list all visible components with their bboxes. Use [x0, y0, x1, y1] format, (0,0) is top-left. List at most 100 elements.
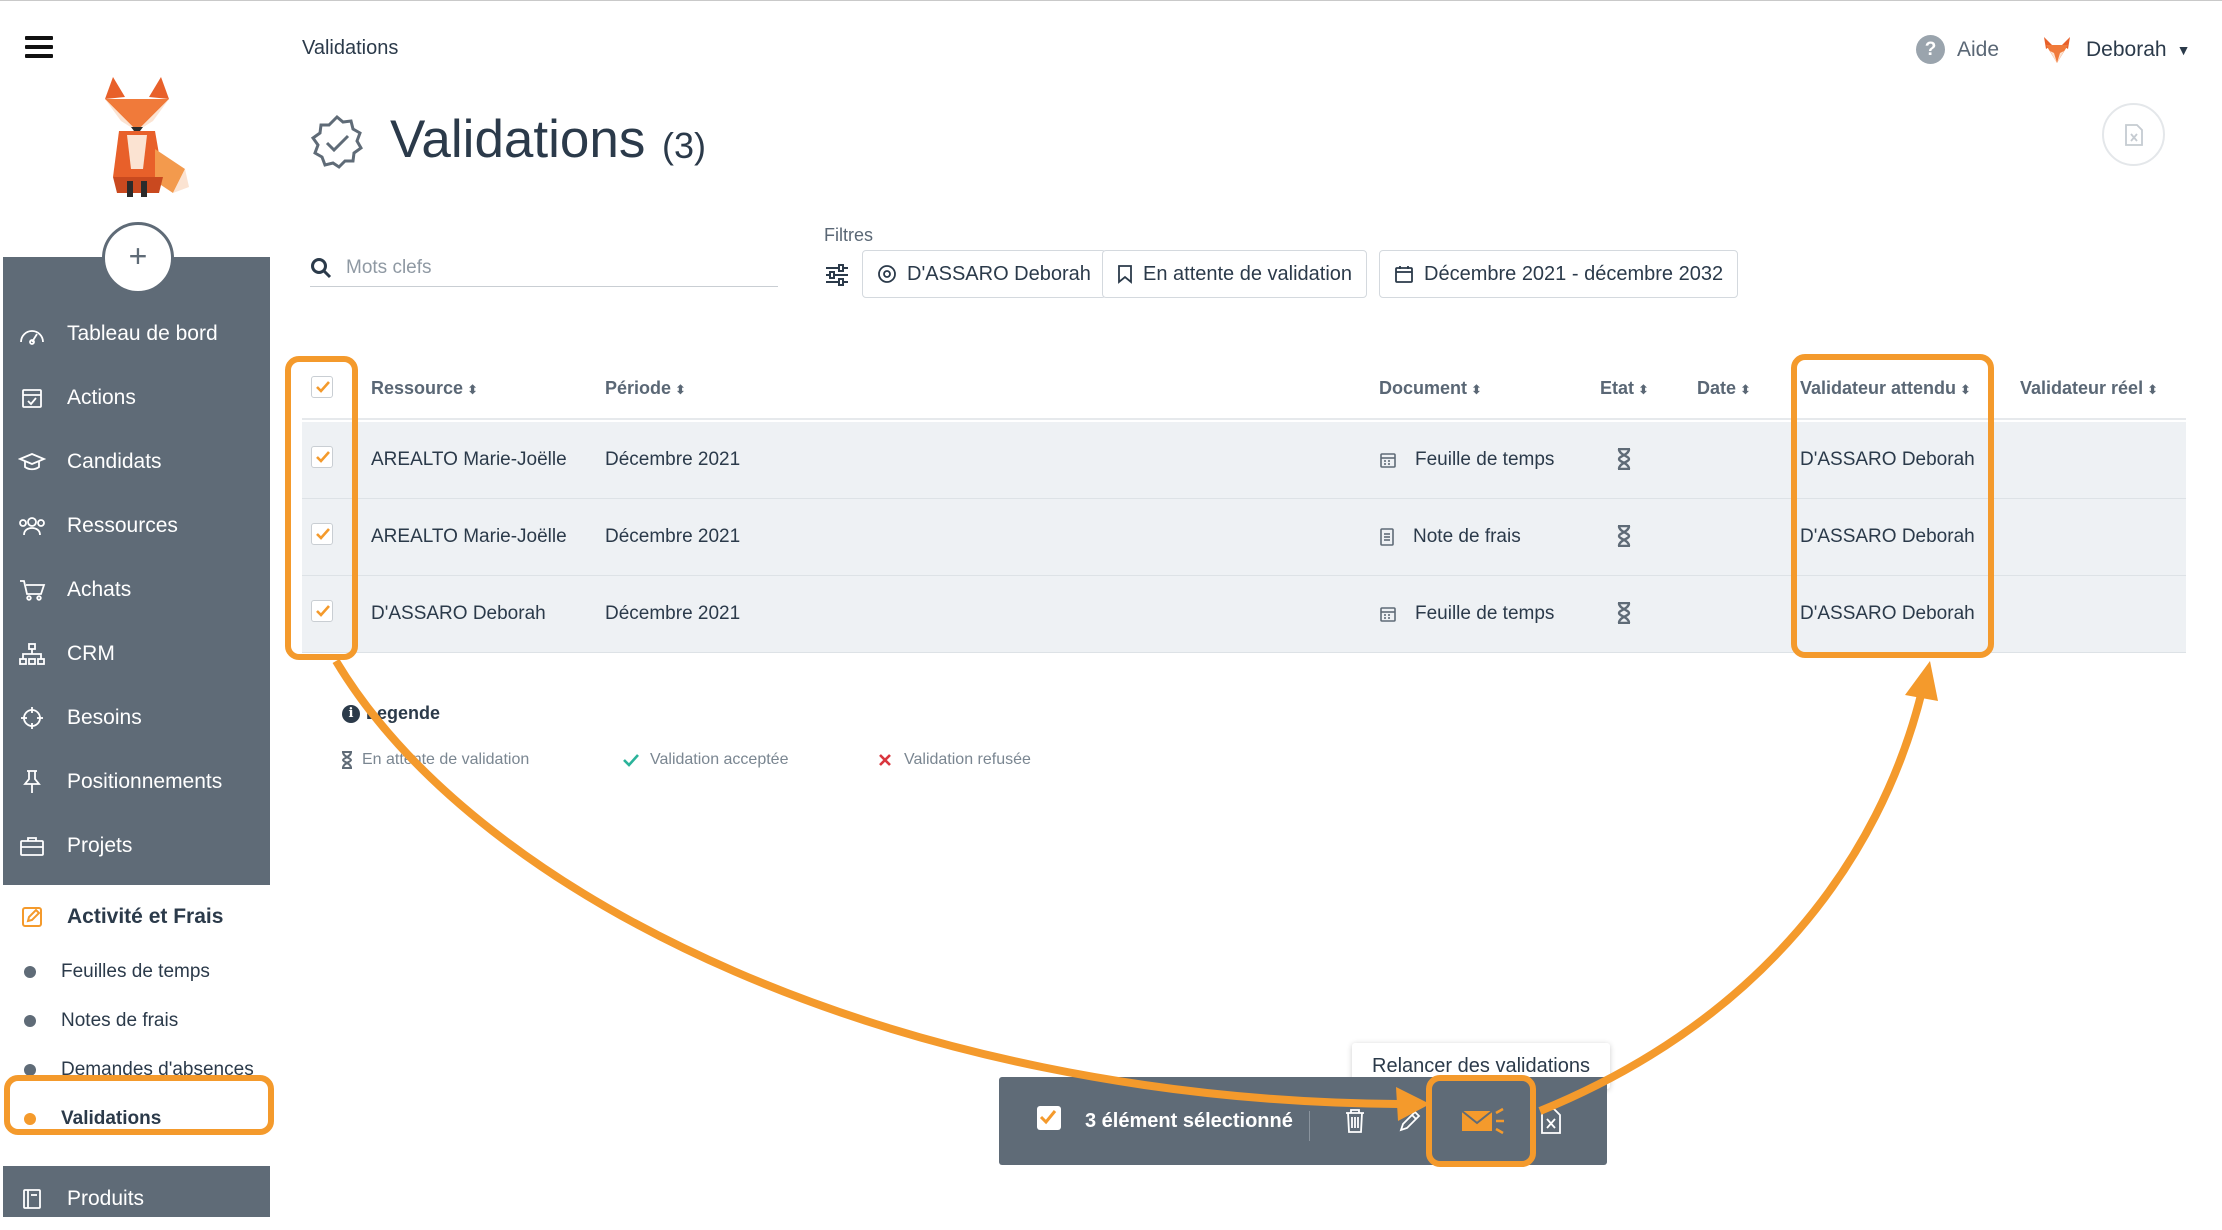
- graduation-cap-icon: [15, 447, 49, 477]
- fox-logo: [105, 77, 189, 197]
- cell-validateur-attendu: D'ASSARO Deborah: [1800, 603, 1975, 624]
- row-checkbox[interactable]: [311, 446, 333, 468]
- sidebar-item-besoins[interactable]: Besoins: [3, 687, 270, 749]
- column-label: Ressource: [371, 378, 464, 398]
- submenu-item-notes-de-frais[interactable]: Notes de frais: [3, 997, 270, 1045]
- sidebar-item-label: Ressources: [67, 514, 178, 537]
- table-row[interactable]: AREALTO Marie-Joëlle Décembre 2021 Note de…: [302, 499, 2186, 576]
- chip-label: D'ASSARO Deborah: [907, 262, 1091, 285]
- sort-icon: ⬍: [1638, 382, 1649, 397]
- cell-ressource: D'ASSARO Deborah: [371, 603, 546, 624]
- sidebar-item-actions[interactable]: Actions: [3, 367, 270, 429]
- row-checkbox[interactable]: [311, 600, 333, 622]
- bullet-icon: [24, 1064, 36, 1076]
- cell-document[interactable]: Note de frais: [1379, 526, 1521, 548]
- legend-label: Validation acceptée: [650, 751, 789, 768]
- help-label: Aide: [1957, 37, 2000, 61]
- separator: [1309, 1111, 1310, 1141]
- column-label: Document: [1379, 378, 1468, 398]
- hourglass-icon: [1616, 602, 1632, 624]
- column-header-date[interactable]: Date ⬍: [1697, 378, 1751, 399]
- search-icon: [311, 257, 332, 278]
- sidebar-item-label: Besoins: [67, 706, 142, 729]
- book-icon: [15, 1184, 49, 1214]
- pencil-icon: [1399, 1110, 1421, 1132]
- cell-ressource: AREALTO Marie-Joëlle: [371, 526, 567, 547]
- sort-icon: ⬍: [675, 382, 686, 397]
- cell-document[interactable]: Feuille de temps: [1379, 603, 1554, 625]
- column-header-periode[interactable]: Période ⬍: [605, 378, 686, 399]
- sidebar-item-produits[interactable]: Produits: [3, 1168, 270, 1230]
- sidebar-header: [3, 11, 270, 257]
- cell-document[interactable]: Feuille de temps: [1379, 449, 1554, 471]
- user-menu[interactable]: Deborah ▼: [2040, 33, 2190, 67]
- export-excel-button[interactable]: [1533, 1103, 1569, 1139]
- sidebar-item-crm[interactable]: CRM: [3, 623, 270, 685]
- cart-icon: [15, 575, 49, 605]
- column-label: Validateur réel: [2020, 378, 2144, 398]
- chip-label: Décembre 2021 - décembre 2032: [1424, 262, 1724, 285]
- info-icon: i: [342, 704, 360, 723]
- sidebar-item-projets[interactable]: Projets: [3, 815, 270, 877]
- remind-validations-button[interactable]: [1457, 1101, 1509, 1141]
- sidebar-item-tableau-de-bord[interactable]: Tableau de bord: [3, 303, 270, 365]
- cell-periode: Décembre 2021: [605, 603, 741, 624]
- delete-button[interactable]: [1337, 1103, 1373, 1139]
- sliders-icon[interactable]: [824, 263, 850, 287]
- row-checkbox[interactable]: [311, 523, 333, 545]
- pin-icon: [15, 767, 49, 797]
- legend-label: En attente de validation: [362, 751, 530, 768]
- edit-icon: [15, 902, 49, 932]
- sidebar-item-label: Projets: [67, 834, 133, 857]
- sort-icon: ⬍: [1960, 382, 1971, 397]
- hierarchy-icon: [15, 639, 49, 669]
- column-header-etat[interactable]: Etat ⬍: [1600, 378, 1649, 399]
- receipt-icon: [1379, 528, 1395, 546]
- column-header-document[interactable]: Document ⬍: [1379, 378, 1482, 399]
- user-name: Deborah: [2086, 38, 2167, 61]
- column-header-ressource[interactable]: Ressource ⬍: [371, 378, 478, 399]
- selection-checkbox[interactable]: [1037, 1106, 1061, 1130]
- arrow-to-action-button: [332, 658, 1401, 1108]
- legend-title-text: Legende: [366, 703, 441, 723]
- table-row[interactable]: D'ASSARO Deborah Décembre 2021 Feuille de …: [302, 576, 2186, 653]
- sidebar-item-achats[interactable]: Achats: [3, 559, 270, 621]
- submenu-item-validations[interactable]: Validations: [3, 1095, 270, 1143]
- filter-chip-status[interactable]: En attente de validation: [1102, 250, 1368, 298]
- sidebar-item-ressources[interactable]: Ressources: [3, 495, 270, 557]
- add-button[interactable]: +: [102, 222, 174, 294]
- file-excel-icon: [2124, 123, 2143, 146]
- hamburger-menu-icon[interactable]: [25, 36, 53, 60]
- help-link[interactable]: ? Aide: [1916, 35, 1999, 64]
- briefcase-icon: [15, 831, 49, 861]
- sidebar-item-candidats[interactable]: Candidats: [3, 431, 270, 493]
- cell-etat: [1616, 602, 1632, 624]
- column-header-validateur-attendu[interactable]: Validateur attendu ⬍: [1800, 378, 1971, 399]
- hourglass-icon: [1616, 525, 1632, 547]
- select-all-checkbox[interactable]: [311, 376, 333, 398]
- edit-button[interactable]: [1392, 1103, 1428, 1139]
- column-header-validateur-reel[interactable]: Validateur réel ⬍: [2020, 378, 2158, 399]
- bullet-icon: [24, 966, 36, 978]
- sidebar: + Tableau de bord Actions Candidats Ressour…: [3, 11, 270, 1217]
- bullet-icon: [24, 1113, 36, 1125]
- search-input[interactable]: [346, 256, 746, 279]
- export-button[interactable]: [2102, 103, 2165, 166]
- column-label: Validateur attendu: [1800, 378, 1957, 398]
- table-row[interactable]: AREALTO Marie-Joëlle Décembre 2021 Feuille…: [302, 422, 2186, 499]
- document-label: Feuille de temps: [1415, 603, 1555, 624]
- filter-chip-validator[interactable]: D'ASSARO Deborah: [862, 250, 1106, 298]
- submenu-item-feuilles-de-temps[interactable]: Feuilles de temps: [3, 948, 270, 996]
- bulk-action-bar: 3 élément sélectionné: [999, 1077, 1607, 1165]
- calendar-icon: [1394, 264, 1414, 284]
- sidebar-item-positionnements[interactable]: Positionnements: [3, 751, 270, 813]
- chip-label: En attente de validation: [1143, 262, 1353, 285]
- cross-icon: [879, 754, 891, 766]
- sidebar-item-label: CRM: [67, 642, 115, 665]
- column-label: Etat: [1600, 378, 1635, 398]
- submenu-item-label: Feuilles de temps: [61, 961, 210, 982]
- filter-chip-period[interactable]: Décembre 2021 - décembre 2032: [1379, 250, 1739, 298]
- cell-validateur-attendu: D'ASSARO Deborah: [1800, 449, 1975, 470]
- submenu-item-label: Notes de frais: [61, 1010, 179, 1031]
- submenu-item-demandes-d-absences[interactable]: Demandes d'absences: [3, 1046, 270, 1094]
